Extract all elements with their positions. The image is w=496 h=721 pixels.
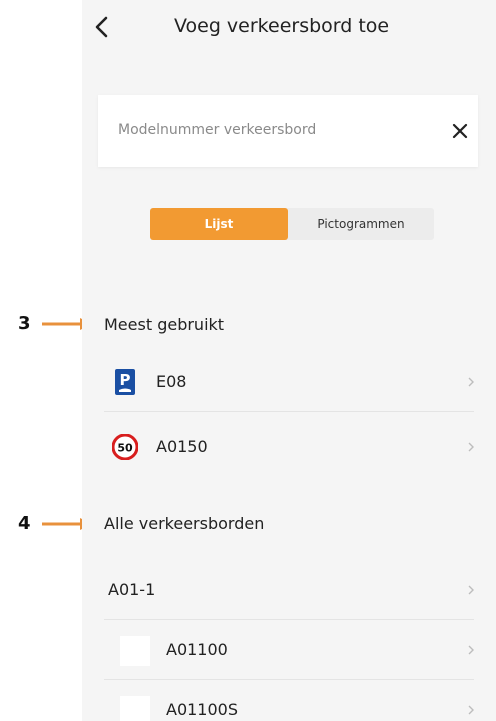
chevron-right-icon — [468, 705, 474, 715]
list-item-label: A01100 — [166, 640, 228, 659]
close-icon — [452, 123, 468, 139]
speed-limit-50-sign-icon: 50 — [111, 433, 139, 461]
view-toggle: Lijst Pictogrammen — [150, 208, 434, 240]
chevron-right-icon — [468, 645, 474, 655]
back-button[interactable] — [90, 12, 114, 42]
chevron-right-icon — [468, 377, 474, 387]
list-item-a01100[interactable]: A01100 — [104, 622, 474, 680]
annotation-number: 4 — [18, 513, 31, 534]
list-item-a0150[interactable]: 50 A0150 — [104, 419, 474, 477]
chevron-right-icon — [468, 442, 474, 452]
parking-sign-icon: P — [112, 369, 138, 395]
clear-search-button[interactable] — [450, 121, 470, 141]
blank-sign-icon — [120, 696, 150, 721]
divider — [104, 679, 474, 680]
section-heading-most-used: Meest gebruikt — [104, 315, 225, 334]
page-title: Voeg verkeersbord toe — [174, 15, 390, 37]
chevron-right-icon — [468, 585, 474, 595]
category-row-a01-1[interactable]: A01-1 — [104, 562, 474, 620]
page: 3 4 Voeg verkeersbord toe Modelnummer ve… — [0, 0, 496, 721]
header: Voeg verkeersbord toe — [82, 0, 496, 58]
divider — [104, 411, 474, 412]
annotation-3: 3 — [18, 314, 92, 334]
app-screen: Voeg verkeersbord toe Lijst Pictogrammen… — [82, 0, 496, 721]
list-item-e08[interactable]: P E08 — [104, 354, 474, 412]
chevron-left-icon — [95, 16, 108, 38]
list-item-label: E08 — [156, 372, 187, 391]
annotation-number: 3 — [18, 313, 31, 334]
search-card — [98, 95, 478, 167]
search-input[interactable] — [118, 117, 418, 143]
category-label: A01-1 — [108, 580, 156, 599]
list-item-label: A01100S — [166, 700, 238, 719]
blank-sign-icon — [120, 636, 150, 666]
svg-text:50: 50 — [117, 442, 133, 455]
section-heading-all-signs: Alle verkeersborden — [104, 514, 265, 533]
annotation-4: 4 — [18, 514, 92, 534]
svg-text:P: P — [120, 371, 131, 389]
divider — [104, 619, 474, 620]
list-item-a01100s[interactable]: A01100S — [104, 682, 474, 721]
tab-pictogrammen[interactable]: Pictogrammen — [288, 208, 434, 240]
tab-lijst[interactable]: Lijst — [150, 208, 288, 240]
list-item-label: A0150 — [156, 437, 208, 456]
